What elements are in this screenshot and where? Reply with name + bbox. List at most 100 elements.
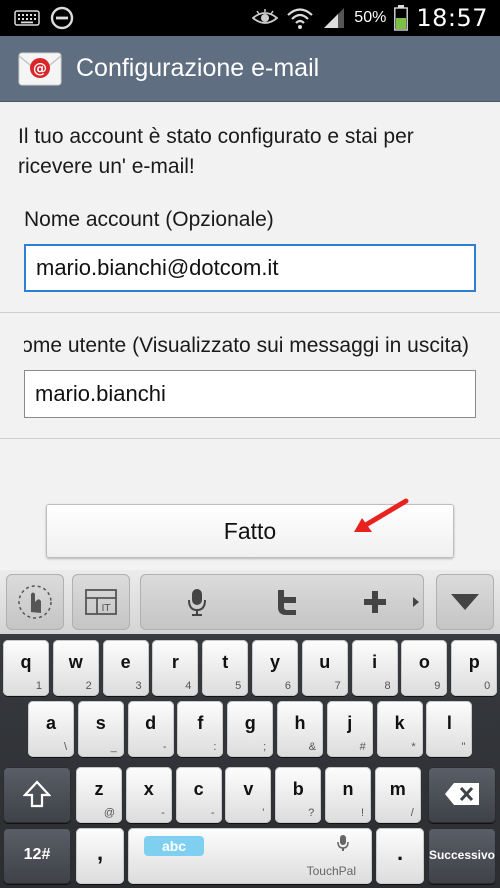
- key-u[interactable]: u7: [301, 640, 348, 696]
- key-h[interactable]: h &: [277, 701, 323, 757]
- eye-icon: [252, 8, 279, 28]
- key-secondary-label: *: [411, 741, 416, 753]
- key-b[interactable]: b?: [275, 767, 322, 823]
- key-l[interactable]: l ": [426, 701, 473, 757]
- key-label: g: [244, 713, 256, 733]
- key-label: d: [145, 713, 157, 733]
- key-q[interactable]: q1: [3, 640, 49, 696]
- toolbar-actions: [140, 574, 424, 630]
- key-y[interactable]: y6: [252, 640, 298, 696]
- handwriting-button[interactable]: [6, 574, 64, 630]
- key-label: l: [446, 713, 452, 733]
- screen-title: Configurazione e-mail: [76, 54, 320, 82]
- key-label: s: [95, 713, 106, 733]
- key-p[interactable]: p0: [451, 640, 498, 696]
- account-name-value: mario.bianchi@dotcom.it: [36, 255, 279, 280]
- keyboard-toolbar: IT: [0, 570, 500, 634]
- key-label: n: [342, 779, 354, 799]
- key-n[interactable]: n!: [325, 767, 371, 823]
- key-t[interactable]: t5: [202, 640, 249, 696]
- key-secondary-label: ': [262, 807, 265, 819]
- battery-percent: 50%: [354, 9, 387, 26]
- period-key[interactable]: .: [376, 828, 424, 884]
- touchpal-brand: TouchPal: [306, 864, 356, 878]
- key-secondary-label: ?: [308, 807, 315, 819]
- key-secondary-label: &: [308, 741, 316, 753]
- key-d[interactable]: d-: [127, 701, 174, 757]
- key-label: e: [120, 652, 131, 672]
- key-s[interactable]: s _: [77, 701, 124, 757]
- key-e[interactable]: e3: [102, 640, 149, 696]
- shift-key[interactable]: [3, 767, 71, 823]
- action-bar: @ Configurazione e-mail: [0, 36, 500, 102]
- key-a[interactable]: a \: [28, 701, 74, 757]
- key-w[interactable]: w2: [52, 640, 99, 696]
- key-g[interactable]: g;: [227, 701, 274, 757]
- key-secondary-label: #: [359, 741, 366, 753]
- key-label: x: [143, 779, 154, 799]
- key-label: i: [372, 652, 378, 672]
- key-label: f: [197, 713, 204, 733]
- key-label: b: [292, 779, 304, 799]
- key-o[interactable]: o9: [401, 640, 448, 696]
- key-j[interactable]: j #: [326, 701, 373, 757]
- key-v[interactable]: v ': [225, 767, 272, 823]
- mic-small-icon: [336, 834, 350, 852]
- key-secondary-label: /: [410, 807, 414, 819]
- twitter-icon[interactable]: [274, 588, 300, 616]
- key-label: u: [319, 652, 331, 672]
- key-secondary-label: 4: [185, 680, 192, 692]
- key-secondary-label: 9: [434, 680, 441, 692]
- symbols-key[interactable]: 12#: [3, 828, 71, 884]
- user-name-value: mario.bianchi: [35, 381, 166, 406]
- wifi-icon: [286, 6, 314, 30]
- key-secondary-label: :: [213, 741, 217, 753]
- backspace-key[interactable]: [428, 767, 496, 823]
- setup-complete-message: Il tuo account è stato configurato e sta…: [18, 125, 414, 178]
- user-name-label: Nome utente (Visualizzato sui messaggi i…: [24, 334, 469, 357]
- key-label: a: [45, 713, 56, 733]
- shift-arrow-icon: [23, 780, 51, 808]
- setup-content: Il tuo account è stato configurato e sta…: [0, 102, 500, 570]
- key-secondary-label: 5: [235, 680, 242, 692]
- key-k[interactable]: k *: [376, 701, 423, 757]
- key-secondary-label: -: [210, 807, 215, 819]
- key-r[interactable]: r4: [152, 640, 199, 696]
- key-x[interactable]: x-: [125, 767, 172, 823]
- key-label: o: [418, 652, 430, 672]
- key-label: r: [171, 652, 179, 672]
- key-label: y: [269, 652, 280, 672]
- user-name-input[interactable]: mario.bianchi: [24, 370, 476, 418]
- battery-icon: [394, 5, 409, 31]
- key-secondary-label: -: [161, 807, 165, 819]
- key-f[interactable]: f:: [177, 701, 224, 757]
- space-key[interactable]: abc TouchPal: [128, 828, 372, 884]
- chevron-down-icon: [450, 593, 480, 611]
- chevron-right-icon[interactable]: [412, 596, 420, 608]
- key-label: v: [243, 779, 254, 799]
- account-name-input[interactable]: mario.bianchi@dotcom.it: [24, 244, 476, 292]
- key-secondary-label: ": [461, 741, 466, 753]
- symbols-key-label: 12#: [23, 846, 51, 863]
- key-label: c: [193, 779, 204, 799]
- hide-keyboard-button[interactable]: [436, 574, 494, 630]
- microphone-icon[interactable]: [186, 587, 208, 617]
- key-secondary-label: 3: [135, 680, 142, 692]
- key-i[interactable]: i8: [351, 640, 398, 696]
- comma-key[interactable]: ,: [76, 828, 124, 884]
- key-secondary-label: 0: [484, 680, 491, 692]
- keyboard: IT q1w2e3r4t5y6u7i8o9p0 a \ s _ d - f: g; h & j # k *…: [0, 570, 500, 888]
- next-key[interactable]: Successivo: [428, 828, 496, 884]
- key-z[interactable]: z @: [76, 767, 122, 823]
- key-m[interactable]: m /: [374, 767, 421, 823]
- key-label: z: [94, 779, 104, 799]
- user-name-label-wrap: Nome utente (Visualizzato sui messaggi i…: [24, 334, 476, 364]
- status-bar: 50% 18:57: [0, 0, 500, 36]
- plus-icon[interactable]: [362, 589, 388, 615]
- key-label: m: [389, 779, 406, 799]
- key-secondary-label: 2: [85, 680, 92, 692]
- key-c[interactable]: c-: [175, 767, 222, 823]
- key-label: q: [20, 652, 32, 672]
- key-secondary-label: 6: [284, 680, 291, 692]
- layout-button[interactable]: IT: [72, 574, 130, 630]
